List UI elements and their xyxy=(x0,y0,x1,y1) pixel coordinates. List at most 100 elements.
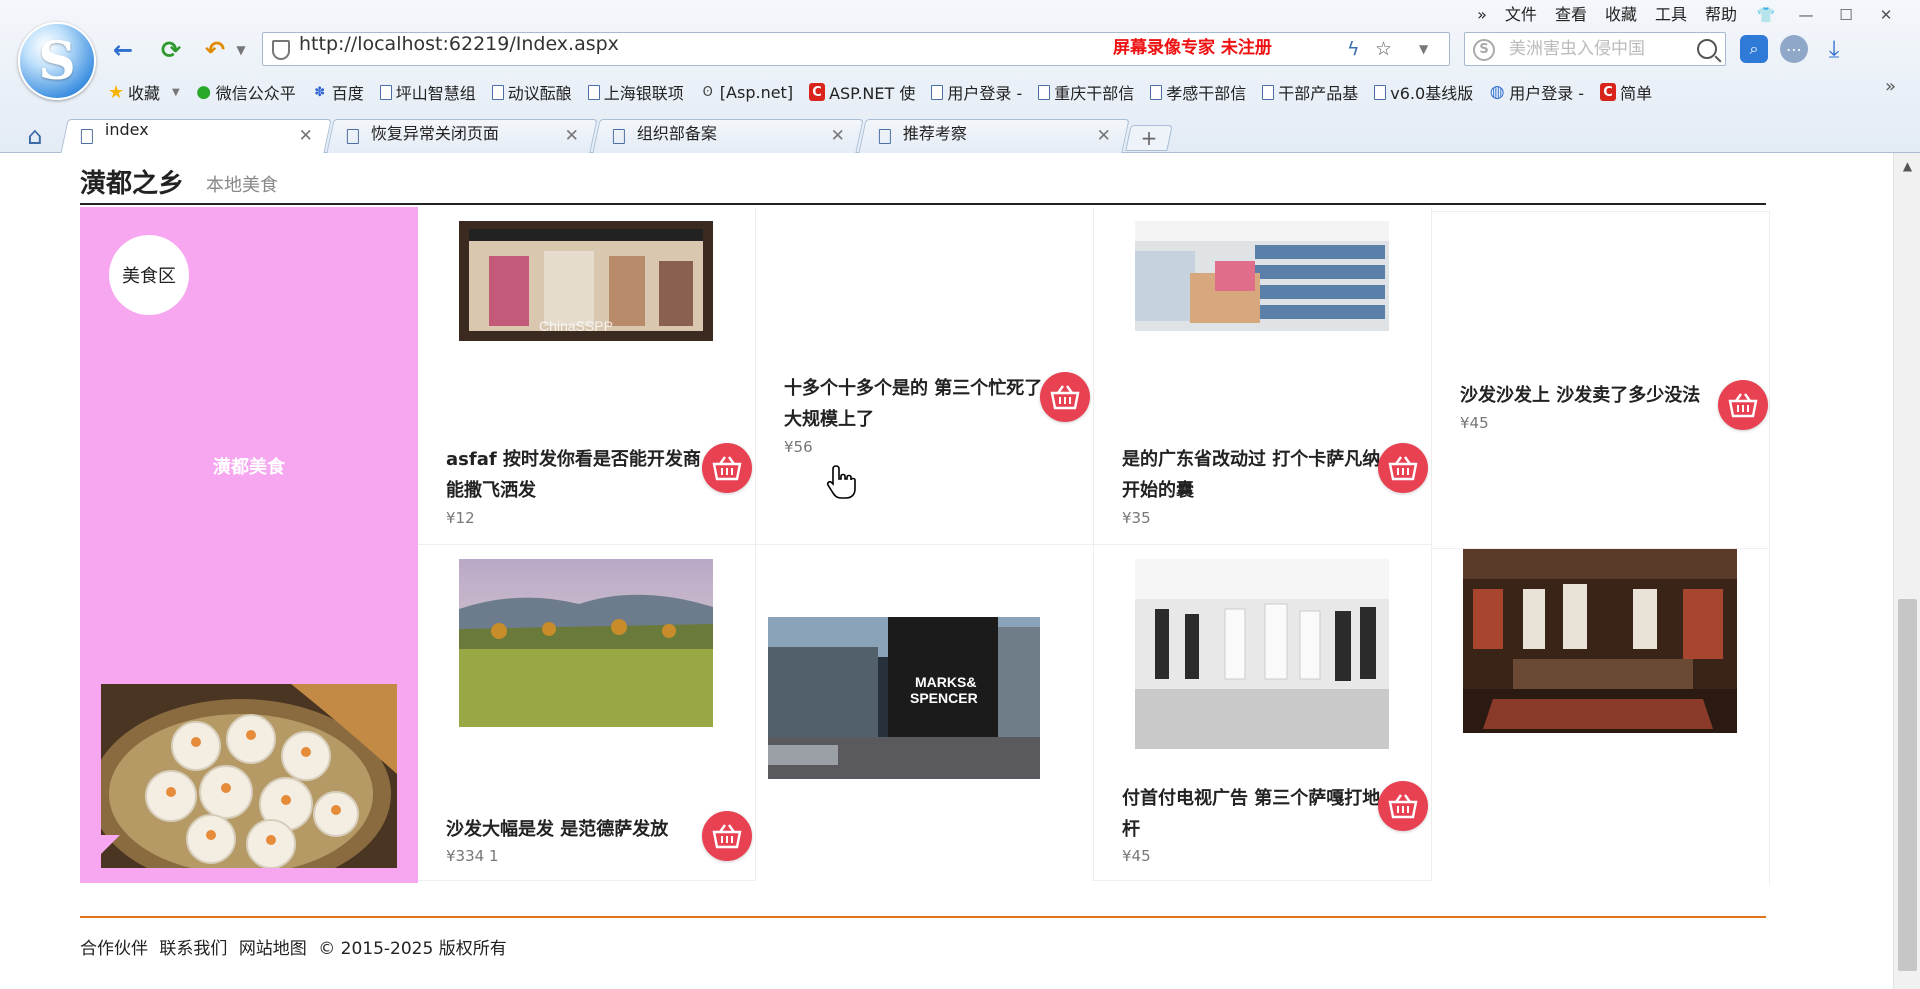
chevron-down-icon[interactable]: ▼ xyxy=(226,35,256,65)
product-card[interactable]: ChinaSSPP asfaf 按时发你看是否能开发商能撒飞洒发 ¥12 xyxy=(418,207,756,545)
promo-label[interactable]: 潢都美食 xyxy=(80,453,418,479)
bookmark-item[interactable]: ◍ 用户登录 - xyxy=(1489,80,1584,104)
add-to-cart-button[interactable] xyxy=(1718,380,1768,430)
close-icon[interactable]: ✕ xyxy=(1097,120,1111,152)
refresh-icon[interactable]: ⟳ xyxy=(156,35,186,65)
scrollbar-thumb[interactable] xyxy=(1898,599,1917,971)
promo-panel[interactable]: 美食区 潢都美食 xyxy=(80,207,418,883)
bookmark-item[interactable]: v6.0基线版 xyxy=(1374,80,1473,104)
new-tab-button[interactable]: + xyxy=(1125,125,1173,151)
address-bar[interactable]: http://localhost:62219/Index.aspx 屏幕录像专家… xyxy=(262,32,1450,66)
product-image[interactable] xyxy=(1135,221,1389,331)
tab-recommend[interactable]: 推荐考察 ✕ xyxy=(858,119,1130,153)
navigation-row: ← ⟳ ↶ ▼ http://localhost:62219/Index.asp… xyxy=(108,31,1908,67)
product-card[interactable]: 是的广东省改动过 打个卡萨凡纳开始的囊 ¥35 xyxy=(1094,207,1432,545)
footer-link-partners[interactable]: 合作伙伴 xyxy=(80,939,148,959)
footer-link-contact[interactable]: 联系我们 xyxy=(159,939,227,959)
add-to-cart-button[interactable] xyxy=(1040,372,1090,422)
bookmarks-more-icon[interactable]: » xyxy=(1885,76,1896,97)
product-name[interactable]: 十多个十多个是的 第三个忙死了大规模上了 xyxy=(784,373,1046,435)
close-icon[interactable]: ✕ xyxy=(565,120,579,152)
product-image[interactable]: MARKS& SPENCER xyxy=(768,617,1040,779)
back-arrow-icon[interactable]: ← xyxy=(108,35,138,65)
bookmark-item[interactable]: C 简单 xyxy=(1600,80,1652,104)
add-to-cart-button[interactable] xyxy=(1378,781,1428,831)
product-card[interactable]: 十多个十多个是的 第三个忙死了大规模上了 ¥56 xyxy=(756,207,1094,545)
bookmark-item[interactable]: ✽ 百度 xyxy=(312,80,363,104)
close-icon[interactable]: ✕ xyxy=(299,120,313,152)
product-card[interactable]: 沙发沙发上 沙发卖了多少没法 ¥45 xyxy=(1432,211,1770,549)
page-icon xyxy=(587,84,600,100)
product-name[interactable]: 付首付电视广告 第三个萨嘎打地杆 xyxy=(1122,783,1384,845)
menu-view[interactable]: 查看 xyxy=(1546,2,1596,28)
bookmark-favorites[interactable]: ★ 收藏 ▼ xyxy=(108,80,180,104)
add-to-cart-button[interactable] xyxy=(702,811,752,861)
search-icon[interactable] xyxy=(1697,39,1717,59)
footer-link-sitemap[interactable]: 网站地图 xyxy=(239,939,307,959)
menu-file[interactable]: 文件 xyxy=(1496,2,1546,28)
footer: 合作伙伴 联系我们 网站地图 © 2015-2025 版权所有 xyxy=(80,934,513,959)
product-card[interactable]: 付首付电视广告 第三个萨嘎打地杆 ¥45 xyxy=(1094,545,1432,881)
menu-more-icon[interactable]: » xyxy=(1468,2,1496,28)
dumplings-photo[interactable] xyxy=(101,684,397,868)
bookmark-item[interactable]: 坪山智慧组 xyxy=(379,80,476,104)
product-card[interactable]: MARKS& SPENCER xyxy=(756,545,1094,881)
skin-icon[interactable]: 👕 xyxy=(1746,2,1786,28)
home-icon[interactable]: ⌂ xyxy=(20,123,50,149)
basket-icon xyxy=(1050,385,1080,410)
maximize-icon[interactable]: ☐ xyxy=(1826,2,1866,28)
bookmark-item[interactable]: 动议酝酿 xyxy=(491,80,572,104)
bookmark-item[interactable]: C ASP.NET 使 xyxy=(809,80,915,104)
product-card[interactable]: 沙发大幅是发 是范德萨发放 ¥334 1 xyxy=(418,545,756,881)
vertical-scrollbar[interactable]: ▲ xyxy=(1893,153,1920,989)
bookmark-item[interactable]: 孝感干部信 xyxy=(1150,80,1246,104)
product-name[interactable]: asfaf 按时发你看是否能开发商能撒飞洒发 xyxy=(446,444,708,506)
add-to-cart-button[interactable] xyxy=(1378,443,1428,493)
section-subtitle[interactable]: 本地美食 xyxy=(206,171,278,197)
product-image[interactable] xyxy=(1463,549,1737,733)
search-placeholder[interactable]: 美洲害虫入侵中国 xyxy=(1509,33,1645,65)
browser-logo-icon: S xyxy=(18,22,96,100)
bookmark-item[interactable]: 用户登录 - xyxy=(931,80,1022,104)
menu-bar: » 文件 查看 收藏 工具 帮助 👕 — ☐ ✕ xyxy=(1468,2,1906,28)
tab-restore[interactable]: 恢复异常关闭页面 ✕ xyxy=(326,119,598,153)
page-icon xyxy=(379,84,392,100)
product-image[interactable] xyxy=(1135,559,1389,749)
download-icon[interactable]: ⤓ xyxy=(1820,35,1848,63)
product-image[interactable] xyxy=(459,559,713,727)
product-image[interactable]: ChinaSSPP xyxy=(459,221,713,341)
bookmark-item[interactable]: 重庆干部信 xyxy=(1038,80,1134,104)
add-to-cart-button[interactable] xyxy=(702,443,752,493)
extension-icon[interactable]: ⌕ xyxy=(1740,35,1768,63)
minimize-icon[interactable]: — xyxy=(1786,2,1826,28)
bookmark-item[interactable]: ʘ [Asp.net] xyxy=(700,83,793,102)
search-box[interactable]: S 美洲害虫入侵中国 xyxy=(1464,32,1726,66)
tab-index[interactable]: index ✕ xyxy=(60,119,332,154)
chevron-down-icon[interactable]: ▼ xyxy=(1419,33,1428,65)
product-name[interactable]: 沙发沙发上 沙发卖了多少没法 xyxy=(1460,380,1722,411)
product-name[interactable]: 沙发大幅是发 是范德萨发放 xyxy=(446,814,708,845)
menu-favorites[interactable]: 收藏 xyxy=(1596,2,1646,28)
recorder-watermark: 屏幕录像专家 未注册 xyxy=(1113,38,1272,58)
menu-help[interactable]: 帮助 xyxy=(1696,2,1746,28)
page-icon xyxy=(346,129,359,144)
menu-tools[interactable]: 工具 xyxy=(1646,2,1696,28)
address-url[interactable]: http://localhost:62219/Index.aspx xyxy=(299,33,619,55)
product-grid: 美食区 潢都美食 ChinaSSPP asfaf 按时发你看是否能开发商能撒飞洒… xyxy=(80,207,1770,885)
star-icon[interactable]: ☆ xyxy=(1375,33,1392,65)
sogou-icon[interactable]: S xyxy=(1473,39,1495,61)
product-name[interactable]: 是的广东省改动过 打个卡萨凡纳开始的囊 xyxy=(1122,444,1384,506)
product-card[interactable] xyxy=(1432,549,1770,885)
product-price: ¥45 xyxy=(1460,414,1489,432)
bookmark-item[interactable]: 干部产品基 xyxy=(1262,80,1358,104)
promo-badge[interactable]: 美食区 xyxy=(109,235,189,315)
bookmark-item[interactable]: 上海银联项 xyxy=(587,80,684,104)
close-window-icon[interactable]: ✕ xyxy=(1866,2,1906,28)
more-options-icon[interactable]: ⋯ xyxy=(1780,35,1808,63)
lightning-icon[interactable]: ϟ xyxy=(1347,33,1360,65)
scroll-up-icon[interactable]: ▲ xyxy=(1894,153,1920,179)
close-icon[interactable]: ✕ xyxy=(831,120,845,152)
bookmark-item[interactable]: ● 微信公众平 xyxy=(196,80,295,104)
basket-icon xyxy=(712,824,742,849)
tab-organization[interactable]: 组织部备案 ✕ xyxy=(592,119,864,153)
